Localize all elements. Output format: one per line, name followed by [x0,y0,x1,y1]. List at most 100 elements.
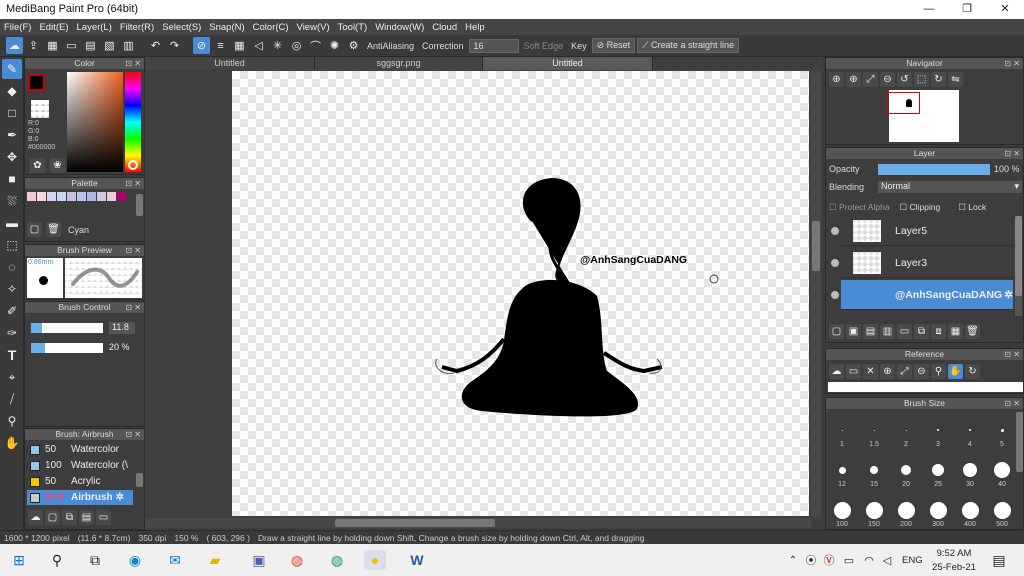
straight-line-button[interactable]: ⟋ Create a straight line [637,38,740,53]
vpn-icon[interactable]: Ⓥ [818,550,840,570]
ref-fit-icon[interactable]: ⤢ [897,364,912,379]
palette-mode-icon[interactable]: ✿ [30,158,45,173]
tab-untitled-1[interactable]: Untitled [145,57,315,70]
select-tool-icon[interactable]: ⬚ [2,235,22,255]
grid-snap-icon[interactable]: ▦ [231,37,248,54]
eraser-tool-icon[interactable]: ◆ [2,81,22,101]
add-8bit-layer-icon[interactable]: ▤ [863,324,878,339]
palette-swatch[interactable] [97,192,106,201]
add-brush-icon[interactable]: ▢ [45,510,60,525]
navigator-thumbnail[interactable] [886,90,959,142]
operation-tool-icon[interactable]: ⌖ [2,367,22,387]
duplicate-brush-icon[interactable]: ⧉ [62,510,77,525]
palette-swatch[interactable] [87,192,96,201]
menu-filter[interactable]: Filter(R) [116,22,158,33]
menu-select[interactable]: Select(S) [158,22,205,33]
panel-close-icon[interactable]: ⊡ ✕ [1004,398,1020,409]
brush-size-dot[interactable] [897,501,915,519]
brush-settings-page-icon[interactable]: ▤ [79,510,94,525]
zoom-out-icon[interactable]: ⊖ [880,72,895,87]
delete-layer-icon[interactable]: 🗑 [965,324,980,339]
pen-tool-icon[interactable]: ✒ [2,125,22,145]
layer-property-icon[interactable]: ▦ [948,324,963,339]
brush-item-watercolor-wet[interactable]: 100 Watercolor (\ [27,458,133,473]
delete-palette-icon[interactable]: 🗑 [46,222,61,237]
layer-opacity-slider[interactable] [878,164,990,175]
panel-close-icon[interactable]: ⊡ ✕ [1004,148,1020,159]
brush-size-dot[interactable] [932,464,944,476]
cloud-brush-icon[interactable]: ☁ [28,510,43,525]
palette-swatch[interactable] [67,192,76,201]
search-icon[interactable]: ⚲ [46,550,68,570]
ref-zoom-out-icon[interactable]: ⊖ [914,364,929,379]
brush-size-dot[interactable] [841,429,843,431]
ref-hand-icon[interactable]: ✋ [948,364,963,379]
brush-folder-icon[interactable]: ▭ [96,510,111,525]
brush-item-watercolor[interactable]: 50 Watercolor [27,442,133,457]
lasso-tool-icon[interactable]: ◌ [2,257,22,277]
menu-color[interactable]: Color(C) [249,22,293,33]
menu-tool[interactable]: Tool(T) [334,22,372,33]
menu-window[interactable]: Window(W) [371,22,428,33]
word-icon[interactable]: W [406,550,428,570]
protect-alpha-checkbox[interactable]: ☐ Protect Alpha [829,202,890,213]
windows-start-icon[interactable]: ⊞ [8,550,30,570]
horizontal-scroll-thumb[interactable] [335,519,495,527]
close-reference-icon[interactable]: ✕ [863,364,878,379]
palette-scrollbar[interactable] [136,194,143,216]
brush-size-dot[interactable] [969,429,971,431]
move-tool-icon[interactable]: ✥ [2,147,22,167]
brush-size-dot[interactable] [838,466,846,474]
snap-off-icon[interactable]: ⊘ [193,37,210,54]
curve-snap-icon[interactable]: ⌒ [307,37,324,54]
clipping-checkbox[interactable]: ☐ Clipping [900,202,941,213]
clock-time[interactable]: 9:52 AM [934,548,974,559]
settings-icon[interactable]: ⚙ [345,37,362,54]
flip-icon[interactable]: ⇋ [948,72,963,87]
reset-button[interactable]: ⊘ Reset [591,38,636,53]
chrome-profile-icon[interactable]: ◍ [326,550,348,570]
chrome-icon[interactable]: ◍ [286,550,308,570]
fill-rect-icon[interactable]: ■ [2,169,22,189]
text-tool-icon[interactable]: T [2,345,22,365]
brush-item-airbrush[interactable]: 11.8 Airbrush ✲ [27,490,133,505]
keyboard-icon[interactable]: ▭ [838,550,860,570]
notification-icon[interactable]: ▤ [988,550,1010,570]
add-1bit-layer-icon[interactable]: ▥ [880,324,895,339]
brush-size-dot[interactable] [873,429,875,431]
parallel-snap-icon[interactable]: ≡ [212,37,229,54]
redo-icon[interactable]: ↷ [166,37,183,54]
brush-size-dot[interactable] [865,501,883,519]
brush-size-dot[interactable] [833,501,851,519]
hue-slider[interactable] [125,72,141,172]
menu-edit[interactable]: Edit(E) [35,22,72,33]
brush-size-dot[interactable] [937,429,939,431]
menu-layer[interactable]: Layer(L) [73,22,116,33]
magic-wand-icon[interactable]: ✧ [2,279,22,299]
duplicate-layer-icon[interactable]: ⧉ [914,324,929,339]
hue-handle[interactable] [128,160,138,170]
full-view-icon[interactable]: ⬚ [914,72,929,87]
ref-zoom-in-icon[interactable]: ⊕ [880,364,895,379]
brush-size-dot[interactable] [994,462,1010,478]
edge-icon[interactable]: ◉ [124,550,146,570]
task-view-icon[interactable]: ⧉ [84,550,106,570]
soft-edge-checkbox[interactable]: Soft Edge [521,41,567,51]
antialiasing-checkbox[interactable]: AntiAliasing [364,41,417,51]
minimize-button[interactable]: — [910,0,948,19]
volume-icon[interactable]: ◁ [876,550,898,570]
menu-snap[interactable]: Snap(N) [205,22,248,33]
layer-scrollbar[interactable] [1015,216,1022,316]
brush-size-dot[interactable] [905,429,907,431]
palette-swatch[interactable] [37,192,46,201]
layer-row[interactable]: Layer3 [831,248,1013,278]
clock-date[interactable]: 25-Feb-21 [930,562,978,573]
radial-snap-icon[interactable]: ✳ [269,37,286,54]
layer-row-selected[interactable]: @AnhSangCuaDANG ✲ [831,280,1013,310]
hand-tool-icon[interactable]: ✋ [2,433,22,453]
transparent-color-swatch[interactable] [31,100,49,118]
fit-window-icon[interactable]: ⤢ [863,72,878,87]
cloud-icon[interactable]: ☁ [6,37,23,54]
drawing-canvas[interactable]: @AnhSangCuaDANG [232,71,809,516]
menu-view[interactable]: View(V) [293,22,334,33]
